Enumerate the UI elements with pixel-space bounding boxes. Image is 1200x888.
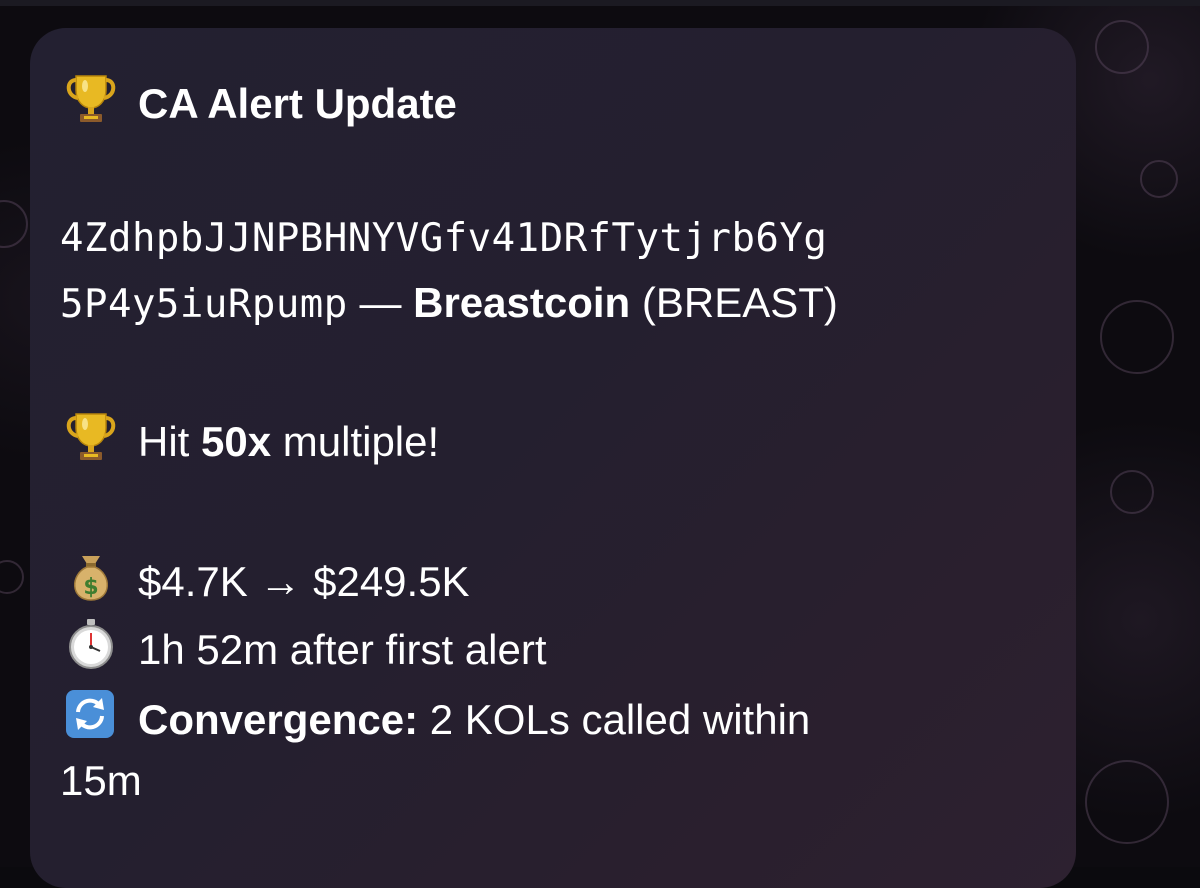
hit-prefix: Hit — [138, 418, 190, 465]
contract-address-part-2[interactable]: 5P4y5iuRpump — [60, 282, 348, 327]
convergence-row: Convergence: 2 KOLs called within — [60, 688, 1076, 746]
stopwatch-icon — [60, 618, 122, 669]
time-after-text: 1h 52m after first alert — [138, 626, 547, 673]
hit-multiple-value: 50x — [201, 418, 272, 465]
contract-address-line-2[interactable]: 5P4y5iuRpump — Breastcoin (BREAST) — [60, 270, 1076, 336]
convergence-text: 2 KOLs called within — [429, 696, 811, 743]
background-doodle — [1140, 160, 1178, 198]
message-title-row: CA Alert Update — [60, 72, 1076, 130]
convergence-label: Convergence: — [138, 696, 419, 743]
market-cap-change: $4.7K → $249.5K — [138, 558, 470, 605]
svg-text:$: $ — [83, 575, 98, 600]
separator: — — [359, 279, 402, 326]
repeat-arrows-icon — [60, 688, 122, 738]
background-doodle — [1110, 470, 1154, 514]
convergence-text-continued: 15m — [60, 757, 142, 804]
hit-suffix: multiple! — [282, 418, 440, 465]
trophy-icon — [60, 410, 122, 460]
contract-address-part-1[interactable]: 4ZdhpbJJNPBHNYVGfv41DRfTytjrb6Yg — [60, 216, 827, 261]
market-cap-row: $ $4.7K → $249.5K — [60, 550, 1076, 608]
hit-multiple-row: Hit 50x multiple! — [60, 410, 1076, 468]
background-doodle — [1100, 300, 1174, 374]
money-bag-icon: $ — [60, 550, 122, 601]
message-title: CA Alert Update — [138, 80, 457, 127]
trophy-icon — [60, 72, 122, 122]
token-ticker: (BREAST) — [641, 279, 838, 326]
top-divider — [0, 0, 1200, 6]
time-after-row: 1h 52m after first alert — [60, 618, 1076, 676]
convergence-row-continued: 15m — [60, 752, 1076, 810]
background-doodle — [1085, 760, 1169, 844]
token-name: Breastcoin — [413, 279, 631, 326]
message-bubble[interactable]: CA Alert Update 4ZdhpbJJNPBHNYVGfv41DRfT… — [30, 28, 1076, 888]
contract-address-line-1[interactable]: 4ZdhpbJJNPBHNYVGfv41DRfTytjrb6Yg — [60, 204, 1076, 270]
background-doodle — [1095, 20, 1149, 74]
